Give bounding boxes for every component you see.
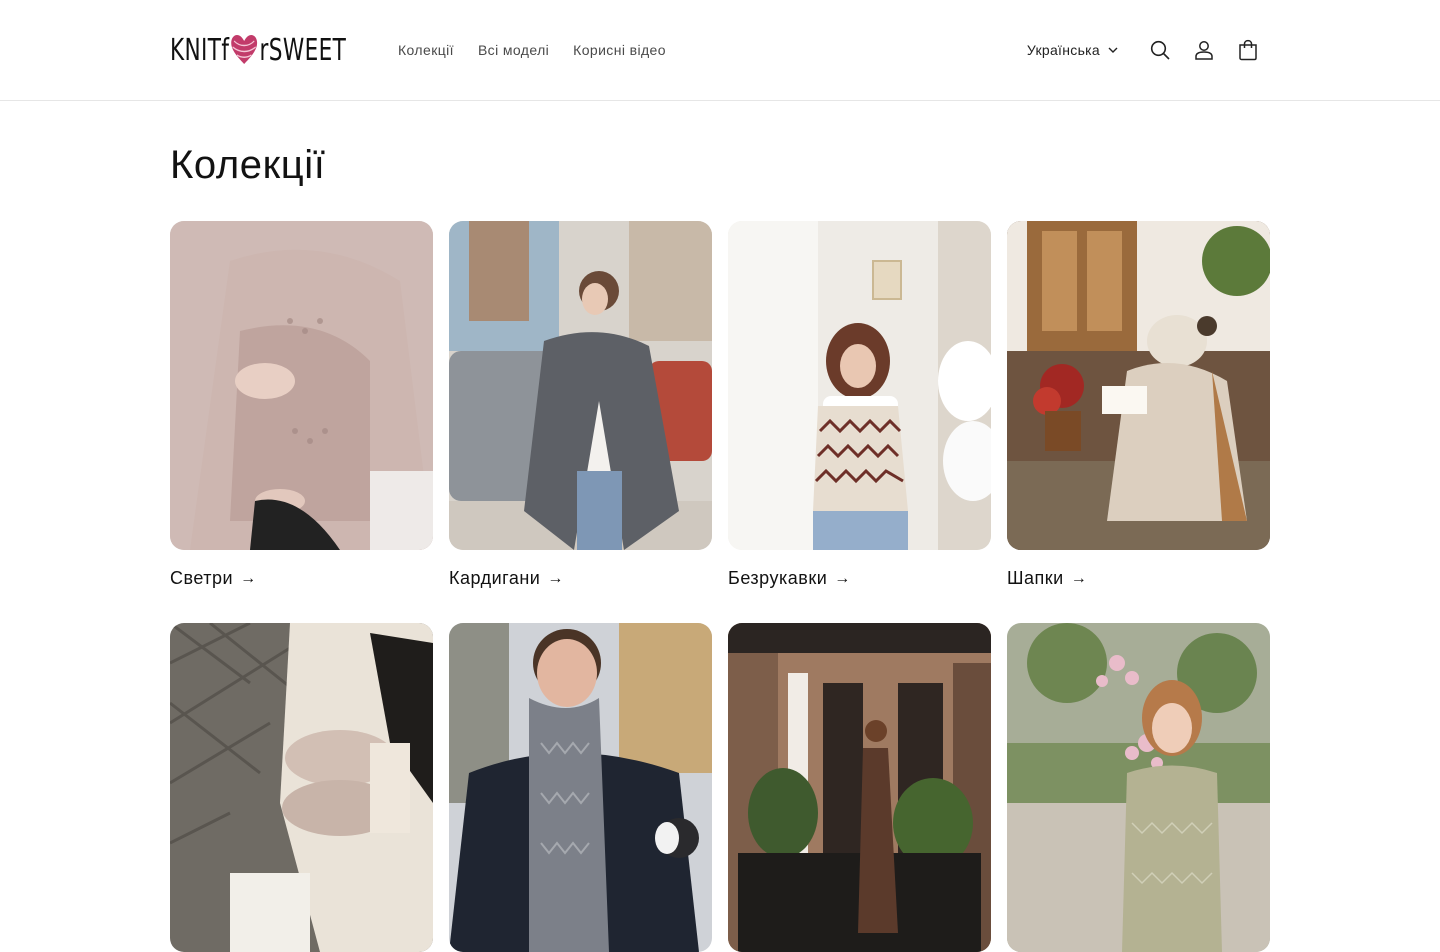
account-icon	[1195, 41, 1213, 60]
main-nav: Колекції Всі моделі Корисні відео	[398, 42, 690, 58]
nav-collections[interactable]: Колекції	[398, 42, 454, 58]
collection-image-vests	[728, 221, 991, 550]
collection-title-sweaters[interactable]: Светри →	[170, 568, 433, 589]
collection-card-hats[interactable]: Шапки →	[1007, 221, 1270, 589]
collection-image-scarves	[449, 623, 712, 952]
yarn-heart-icon	[231, 35, 258, 64]
collection-image-hats	[1007, 221, 1270, 550]
collection-image-mittens	[170, 623, 433, 952]
collection-card-dresses[interactable]	[728, 623, 991, 952]
arrow-right-icon: →	[240, 569, 257, 587]
language-label: Українська	[1026, 42, 1100, 58]
collection-image-dresses	[728, 623, 991, 952]
collection-card-scarves[interactable]	[449, 623, 712, 952]
chevron-down-icon	[1108, 47, 1118, 53]
collections-grid: Светри → Кардигани → Безрукавки → Шапки …	[170, 221, 1270, 952]
account-button[interactable]	[1182, 28, 1226, 72]
collection-image-cardigans	[449, 221, 712, 550]
nav-all-models[interactable]: Всі моделі	[478, 42, 549, 58]
search-icon	[1150, 40, 1170, 60]
logo-text: KNIT f r SWEET	[170, 32, 347, 68]
site-header: KNIT f r SWEET Колекції Всі моделі Корисні…	[0, 0, 1440, 101]
search-button[interactable]	[1138, 28, 1182, 72]
nav-useful-videos[interactable]: Корисні відео	[573, 42, 666, 58]
collection-title-vests[interactable]: Безрукавки →	[728, 568, 991, 589]
collection-card-sweaters[interactable]: Светри →	[170, 221, 433, 589]
collection-card-mittens[interactable]	[170, 623, 433, 952]
main-content: Колекції Светри → Кардигани → Безрукавки…	[170, 143, 1270, 952]
collection-card-cardigans[interactable]: Кардигани →	[449, 221, 712, 589]
page-title: Колекції	[170, 143, 326, 187]
collection-image-sweaters	[170, 221, 433, 550]
arrow-right-icon: →	[834, 569, 851, 587]
collection-card-vests[interactable]: Безрукавки →	[728, 221, 991, 589]
collection-title-hats[interactable]: Шапки →	[1007, 568, 1270, 589]
collection-title-cardigans[interactable]: Кардигани →	[449, 568, 712, 589]
collection-card-tops[interactable]	[1007, 623, 1270, 952]
logo[interactable]: KNIT f r SWEET	[170, 30, 370, 70]
arrow-right-icon: →	[547, 569, 564, 587]
collection-image-tops	[1007, 623, 1270, 952]
arrow-right-icon: →	[1070, 569, 1088, 587]
language-selector[interactable]: Українська	[1027, 42, 1118, 58]
cart-icon	[1239, 39, 1257, 61]
cart-button[interactable]	[1226, 28, 1270, 72]
